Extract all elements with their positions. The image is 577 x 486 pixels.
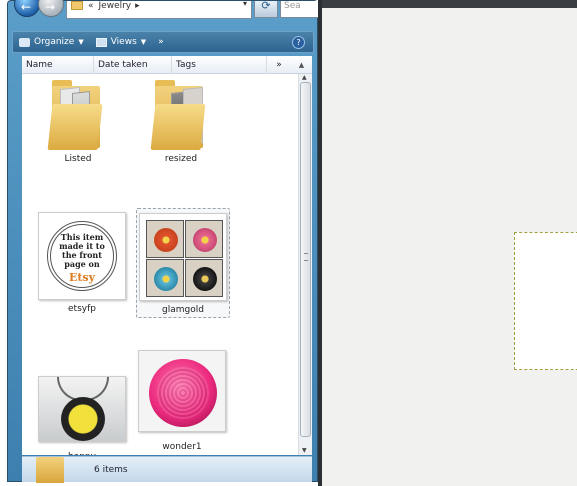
column-date-taken[interactable]: Date taken xyxy=(94,56,172,73)
item-label: wonder1 xyxy=(162,442,202,452)
back-button[interactable] xyxy=(14,0,40,17)
column-overflow-button[interactable]: » xyxy=(267,56,287,73)
details-pane: 6 items xyxy=(22,456,312,483)
command-toolbar: Organize ▼ Views ▼ » ? xyxy=(12,31,314,53)
scroll-down-arrow-icon[interactable]: ▼ xyxy=(302,447,307,454)
toolbar-overflow-button[interactable]: » xyxy=(152,37,170,47)
views-button[interactable]: Views ▼ xyxy=(90,37,152,47)
breadcrumb-overflow[interactable]: « xyxy=(88,1,94,11)
explorer-window: « Jewelry ▸ ▾ ⟳ Sea Organize ▼ Views ▼ »… xyxy=(7,0,319,483)
folder-icon xyxy=(47,78,108,150)
chevron-down-icon: ▼ xyxy=(78,38,84,46)
organize-icon xyxy=(19,37,30,47)
badge-brand: Etsy xyxy=(68,271,96,284)
badge-text: This item made it to the front page on xyxy=(59,232,105,269)
item-label: glamgold xyxy=(162,305,204,315)
refresh-button[interactable]: ⟳ xyxy=(254,0,278,18)
list-item[interactable]: This item made it to the front page on E… xyxy=(36,212,128,314)
organize-button[interactable]: Organize ▼ xyxy=(13,37,90,47)
folder-icon xyxy=(71,1,83,10)
file-list: Listed resized This item made it to the … xyxy=(22,74,298,455)
forward-button[interactable] xyxy=(38,0,64,17)
list-item[interactable]: resized xyxy=(135,78,227,164)
chevron-right-icon[interactable]: ▸ xyxy=(135,1,140,11)
folder-icon xyxy=(36,456,64,483)
column-tags[interactable]: Tags xyxy=(172,56,267,73)
image-thumbnail xyxy=(38,376,126,442)
scroll-up-arrow-icon[interactable]: ▲ xyxy=(287,56,312,73)
chevron-down-icon: ▼ xyxy=(140,38,147,46)
item-label: resized xyxy=(164,154,198,164)
list-item[interactable]: happy xyxy=(36,366,128,455)
image-thumbnail xyxy=(138,350,226,432)
column-header: Name Date taken Tags » ▲ xyxy=(22,56,312,74)
canvas-frame-top xyxy=(322,0,577,8)
views-label: Views xyxy=(110,37,137,47)
item-label: happy xyxy=(36,452,128,455)
list-item[interactable]: wonder1 xyxy=(136,350,228,452)
list-item[interactable]: Listed xyxy=(32,78,124,164)
list-item[interactable]: glamgold xyxy=(136,208,230,318)
chevron-down-icon[interactable]: ▾ xyxy=(243,0,247,8)
image-thumbnail xyxy=(139,213,227,301)
organize-label: Organize xyxy=(34,37,75,47)
selection-marquee[interactable] xyxy=(514,232,577,370)
address-field[interactable]: « Jewelry ▸ ▾ xyxy=(66,0,252,19)
scrollbar-thumb[interactable] xyxy=(300,82,311,437)
search-input[interactable]: Sea xyxy=(280,1,319,18)
address-bar: « Jewelry ▸ ▾ ⟳ Sea xyxy=(8,0,319,25)
scroll-up-arrow-icon[interactable]: ▲ xyxy=(302,74,307,81)
folder-icon xyxy=(150,78,211,150)
item-label: etsyfp xyxy=(68,304,96,314)
item-count: 6 items xyxy=(94,464,128,475)
vertical-scrollbar[interactable]: ▲ ▼ xyxy=(298,74,312,455)
views-icon xyxy=(95,37,107,47)
etsy-badge-image: This item made it to the front page on E… xyxy=(47,221,117,291)
image-thumbnail: This item made it to the front page on E… xyxy=(38,212,126,300)
breadcrumb-jewelry[interactable]: Jewelry xyxy=(99,1,132,11)
column-name[interactable]: Name xyxy=(22,56,94,73)
item-label: Listed xyxy=(64,154,92,164)
help-button[interactable]: ? xyxy=(292,36,305,49)
